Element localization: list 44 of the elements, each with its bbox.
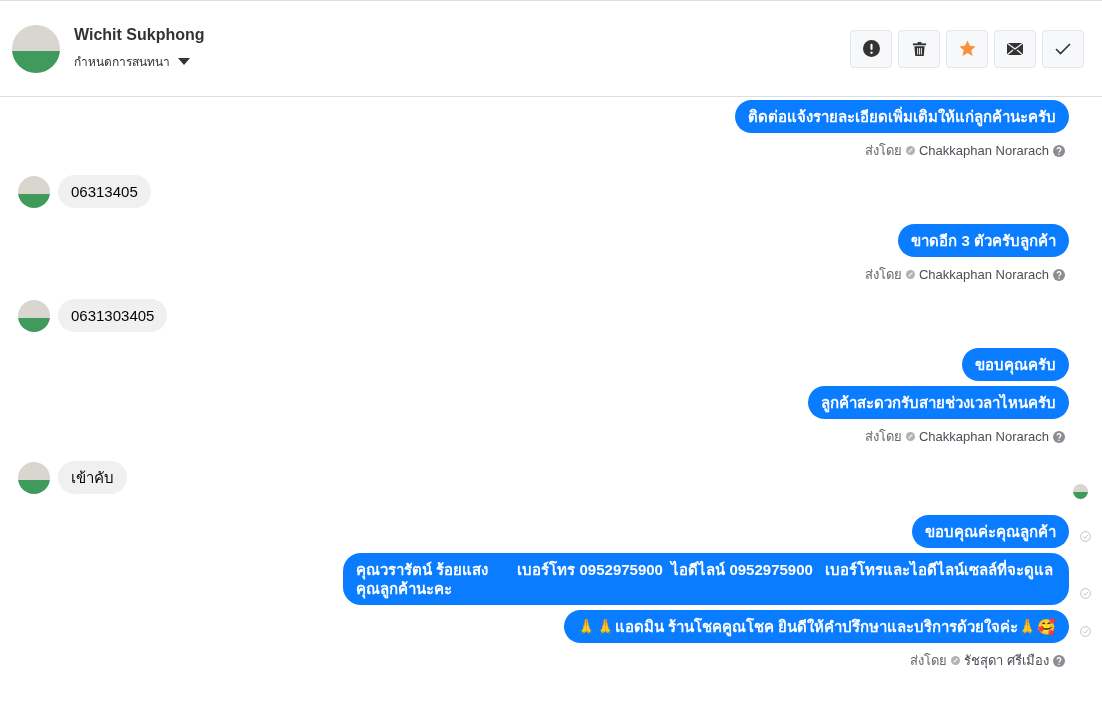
delete-button[interactable] xyxy=(898,29,940,68)
star-button[interactable] xyxy=(946,29,988,68)
received-message: 0631303405 xyxy=(58,299,168,332)
contact-name: Wichit Sukphong xyxy=(74,26,205,44)
contact-avatar xyxy=(18,175,50,208)
help-icon[interactable] xyxy=(1053,268,1065,281)
help-icon[interactable] xyxy=(1053,654,1065,667)
contact-avatar xyxy=(18,461,50,494)
sent-by-label: ส่งโดย xyxy=(910,652,948,670)
sent-message: ขอบคุณค่ะคุณลูกค้า xyxy=(912,515,1069,548)
trash-icon xyxy=(911,40,927,57)
help-icon[interactable] xyxy=(1053,430,1065,443)
agent-status-icon xyxy=(905,432,915,441)
alert-icon xyxy=(862,40,880,57)
sent-message: 🙏🙏แอดมิน ร้านโชคคูณโชค ยินดีให้คำปรึกษาและบริการด้วยใจค่ะ🙏🥰 xyxy=(563,610,1069,643)
agent-status-icon xyxy=(905,270,915,279)
report-button[interactable] xyxy=(850,29,892,68)
agent-status-icon xyxy=(951,656,961,665)
sent-by-label: ส่งโดย xyxy=(864,142,902,160)
help-icon[interactable] xyxy=(1053,144,1065,157)
star-icon xyxy=(958,40,976,57)
sent-message: ลูกค้าสะดวกรับสายช่วงเวลาไหนครับ xyxy=(808,386,1069,419)
sent-by-label: ส่งโดย xyxy=(864,266,902,284)
contact-avatar xyxy=(12,24,60,73)
done-button[interactable] xyxy=(1042,29,1084,68)
received-message: 06313405 xyxy=(58,175,151,208)
mail-button[interactable] xyxy=(994,29,1036,68)
sent-message: ติดต่อแจ้งรายละเอียดเพิ่มเติมให้แก่ลูกค้านะครับ xyxy=(735,100,1069,133)
sent-message: คุณวรารัตน์ ร้อยแสง เบอร์โทร 0952975900 ไอดีไลน์ 0952975900 เบอร์โทรและไอดีไลน์เซลล์ที่จะดูแลคุณลูกค้านะคะ xyxy=(343,553,1069,605)
envelope-icon xyxy=(1007,42,1023,55)
caret-icon xyxy=(178,57,190,66)
sent-message: ขาดอีก 3 ตัวครับลูกค้า xyxy=(898,224,1069,257)
sent-message: ขอบคุณครับ xyxy=(962,348,1069,381)
conversation-menu[interactable]: กำหนดการสนทนา xyxy=(74,52,205,71)
agent-name: Chakkaphan Norarach xyxy=(918,429,1049,444)
sent-by-label: ส่งโดย xyxy=(864,428,902,446)
contact-avatar xyxy=(18,299,50,332)
checkmark-icon xyxy=(1055,42,1071,55)
seen-avatar xyxy=(1073,484,1088,499)
agent-name: รัชสุดา ศรีเมือง xyxy=(964,652,1049,671)
agent-name: Chakkaphan Norarach xyxy=(918,143,1049,158)
agent-status-icon xyxy=(905,146,915,155)
received-message: เข้าคับ xyxy=(58,461,127,494)
agent-name: Chakkaphan Norarach xyxy=(918,267,1049,282)
